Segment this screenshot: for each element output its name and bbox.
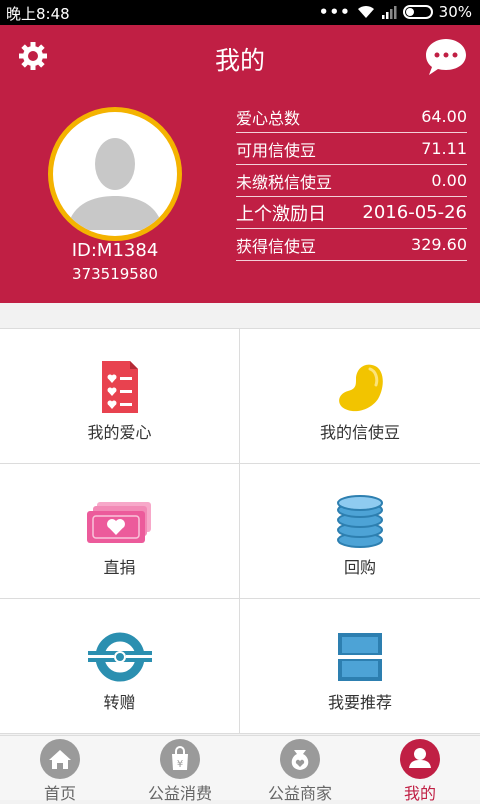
stat-label: 上个激励日 xyxy=(236,203,326,225)
stat-value: 0.00 xyxy=(431,171,467,190)
stat-label: 可用信使豆 xyxy=(236,140,317,160)
stat-label: 获得信使豆 xyxy=(236,236,317,256)
stat-row: 爱心总数 64.00 xyxy=(236,101,467,133)
nav-charity-merchants[interactable]: 公益商家 xyxy=(240,736,360,803)
battery-percent: 30% xyxy=(438,3,472,21)
nav-home[interactable]: 首页 xyxy=(0,736,120,803)
page-title: 我的 xyxy=(214,46,265,75)
user-number: 373519580 xyxy=(72,265,158,283)
grid-item-direct-donate[interactable]: 直捐 xyxy=(0,464,240,599)
heart-document-icon xyxy=(101,361,138,413)
yen-symbol: ¥ xyxy=(177,759,183,770)
scan-icon xyxy=(334,633,386,681)
stat-row: 上个激励日 2016-05-26 xyxy=(236,197,467,229)
wifi-icon xyxy=(357,5,374,18)
nav-charity-shopping[interactable]: ¥ 公益消费 xyxy=(120,736,240,803)
home-icon xyxy=(40,739,80,779)
stats-list: 爱心总数 64.00 可用信使豆 71.11 未缴税信使豆 0.00 上个激励日… xyxy=(236,101,467,261)
user-id: ID:M1384 xyxy=(71,240,159,261)
grid-item-transfer[interactable]: 转赠 xyxy=(0,599,240,734)
coin-stack-icon xyxy=(337,495,383,548)
grid-item-label: 直捐 xyxy=(103,558,136,577)
cell-signal-icon xyxy=(381,6,397,19)
stat-value: 329.60 xyxy=(411,235,467,254)
nav-label: 我的 xyxy=(403,784,436,803)
grid-item-my-beans[interactable]: 我的信使豆 xyxy=(240,329,480,464)
bean-icon xyxy=(339,364,383,412)
stat-row: 获得信使豆 329.60 xyxy=(236,229,467,261)
shopping-bag-icon: ¥ xyxy=(160,739,200,779)
grid-item-recommend[interactable]: 我要推荐 xyxy=(240,599,480,734)
stat-value: 64.00 xyxy=(421,107,467,126)
stat-row: 未缴税信使豆 0.00 xyxy=(236,165,467,197)
signal-dots: ••• xyxy=(318,3,351,21)
stat-label: 爱心总数 xyxy=(236,108,301,128)
grid-item-label: 我要推荐 xyxy=(327,693,392,712)
nav-mine[interactable]: 我的 xyxy=(360,736,480,803)
grid-item-label: 转赠 xyxy=(103,693,136,712)
feature-grid: 我的爱心 我的信使豆 直捐 回购 转赠 我要推荐 xyxy=(0,328,480,734)
money-heart-icon xyxy=(86,502,151,543)
default-user-icon xyxy=(67,138,163,230)
user-icon xyxy=(400,739,440,779)
stat-value: 2016-05-26 xyxy=(362,202,467,223)
grid-item-buyback[interactable]: 回购 xyxy=(240,464,480,599)
profile-header: 我的 ID:M1384 373519580 爱心总数 64.00 可用信使豆 7… xyxy=(0,25,480,303)
grid-item-label: 回购 xyxy=(343,558,376,577)
chat-bubble-icon[interactable] xyxy=(424,37,468,77)
stat-label: 未缴税信使豆 xyxy=(236,172,333,192)
avatar[interactable] xyxy=(48,107,182,241)
stat-row: 可用信使豆 71.11 xyxy=(236,133,467,165)
status-bar: 晚上8:48 ••• 30% xyxy=(0,0,480,25)
grid-item-label: 我的爱心 xyxy=(87,423,152,442)
battery-icon xyxy=(402,5,433,19)
grid-item-label: 我的信使豆 xyxy=(319,423,400,442)
merchant-bag-icon xyxy=(280,739,320,779)
nav-label: 首页 xyxy=(43,784,76,803)
transfer-icon xyxy=(87,632,152,682)
nav-label: 公益消费 xyxy=(147,784,212,803)
status-time: 晚上8:48 xyxy=(6,5,70,23)
grid-item-my-love[interactable]: 我的爱心 xyxy=(0,329,240,464)
bottom-nav: 首页 ¥ 公益消费 公益商家 我的 xyxy=(0,735,480,803)
stat-value: 71.11 xyxy=(421,139,467,158)
nav-label: 公益商家 xyxy=(267,784,332,803)
